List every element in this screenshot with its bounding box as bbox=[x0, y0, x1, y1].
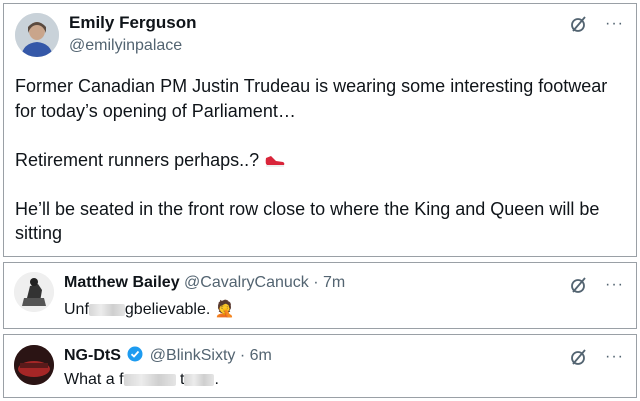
avatar[interactable] bbox=[14, 345, 54, 385]
post-text: Former Canadian PM Justin Trudeau is wea… bbox=[15, 74, 615, 246]
post-actions: ··· bbox=[569, 347, 624, 367]
facepalm-emoji-icon: 🤦 bbox=[214, 301, 235, 318]
more-icon[interactable]: ··· bbox=[605, 14, 624, 34]
censor-blur bbox=[184, 373, 215, 386]
post-paragraph: He’ll be seated in the front row close t… bbox=[15, 198, 600, 244]
verified-badge-icon bbox=[127, 346, 143, 362]
more-icon[interactable]: ··· bbox=[605, 275, 624, 295]
author-handle[interactable]: @BlinkSixty bbox=[150, 347, 236, 364]
post-time[interactable]: · 6m bbox=[235, 347, 272, 364]
avatar[interactable] bbox=[14, 272, 54, 312]
post-time[interactable]: · 7m bbox=[309, 274, 345, 291]
author-name[interactable]: Emily Ferguson bbox=[69, 13, 197, 33]
author-handle[interactable]: @emilyinpalace bbox=[69, 37, 182, 55]
avatar[interactable] bbox=[15, 13, 59, 57]
reply-card[interactable]: NG-DtS @BlinkSixty · 6m ··· What a f t. bbox=[3, 334, 637, 398]
reply-card[interactable]: Matthew Bailey @CavalryCanuck · 7m ··· U… bbox=[3, 262, 637, 329]
shoe-emoji-icon bbox=[259, 150, 286, 170]
censor-blur bbox=[88, 303, 125, 316]
reply-meta: Matthew Bailey @CavalryCanuck · 7m bbox=[64, 274, 345, 292]
reply-text: What a f t. bbox=[64, 371, 219, 388]
reply-meta: NG-DtS @BlinkSixty · 6m bbox=[64, 346, 272, 365]
author-handle[interactable]: @CavalryCanuck bbox=[184, 274, 309, 291]
post-actions: ··· bbox=[569, 275, 624, 295]
post-paragraph: Retirement runners perhaps..? bbox=[15, 148, 615, 173]
grok-icon[interactable] bbox=[569, 14, 589, 34]
author-name[interactable]: NG-DtS bbox=[64, 347, 121, 364]
reply-text: Unf gbelievable. 🤦 bbox=[64, 301, 235, 318]
author-name[interactable]: Matthew Bailey bbox=[64, 274, 180, 291]
post-paragraph: Former Canadian PM Justin Trudeau is wea… bbox=[15, 76, 608, 121]
main-post-card[interactable]: Emily Ferguson @emilyinpalace ··· Former… bbox=[3, 3, 637, 257]
grok-icon[interactable] bbox=[569, 275, 589, 295]
post-actions: ··· bbox=[569, 14, 624, 34]
censor-blur bbox=[123, 373, 176, 386]
more-icon[interactable]: ··· bbox=[605, 347, 624, 367]
grok-icon[interactable] bbox=[569, 347, 589, 367]
